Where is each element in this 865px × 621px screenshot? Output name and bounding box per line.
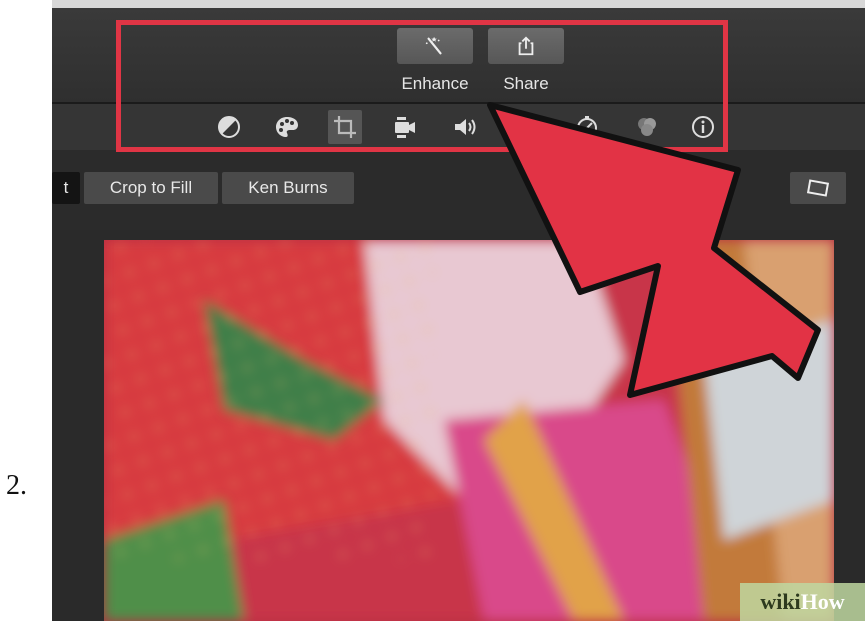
step-number: 2.	[6, 470, 27, 501]
fit-button[interactable]: t	[52, 172, 80, 204]
ken-burns-button[interactable]: Ken Burns	[222, 172, 354, 204]
fullscreen-toggle-button[interactable]	[790, 172, 846, 204]
crop-to-fill-button[interactable]: Crop to Fill	[84, 172, 218, 204]
crop-mode-bar: t Crop to Fill Ken Burns	[52, 150, 865, 230]
preview-image	[104, 240, 834, 621]
watermark-how: How	[800, 589, 845, 614]
video-preview	[104, 240, 834, 621]
wikihow-watermark: wiki How	[740, 583, 865, 621]
aspect-frame-icon	[806, 179, 830, 197]
window-top-strip	[52, 0, 865, 8]
watermark-wiki: wiki	[760, 589, 801, 614]
toolbar-highlight-box	[116, 20, 728, 152]
